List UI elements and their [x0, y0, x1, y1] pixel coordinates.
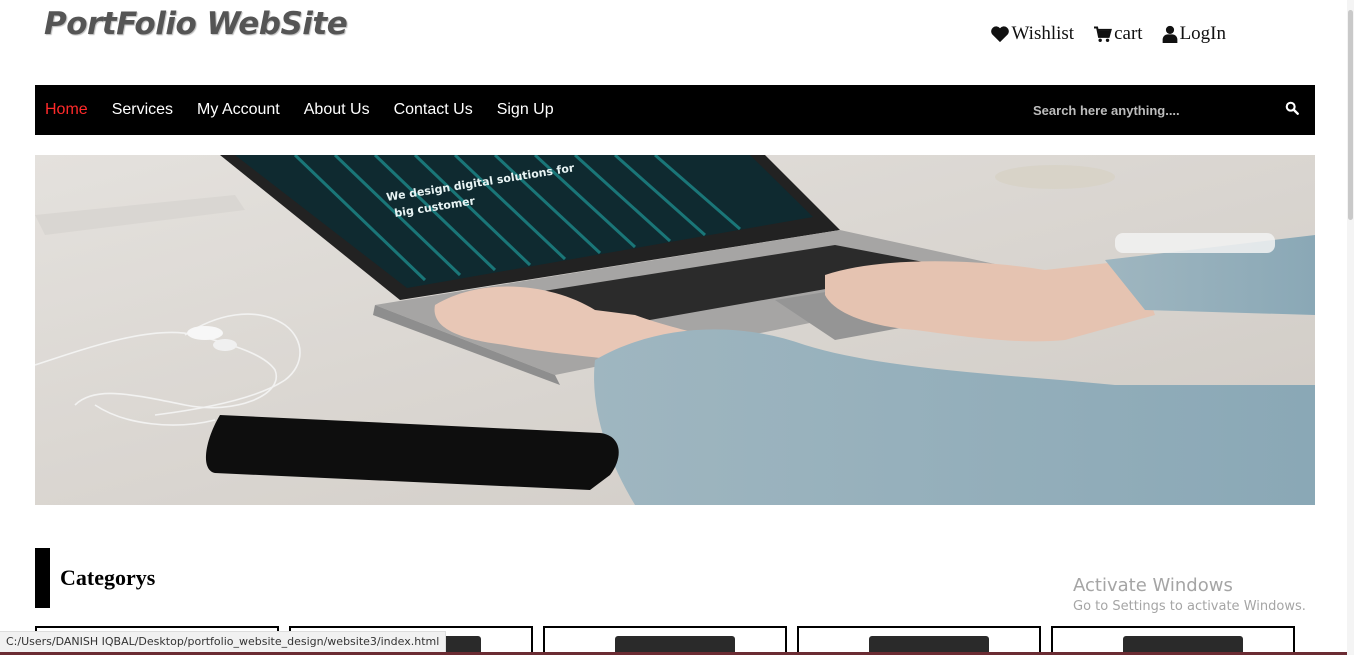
login-link[interactable]: LogIn: [1162, 23, 1226, 45]
nav-item-sign-up[interactable]: Sign Up: [497, 101, 554, 119]
login-label: LogIn: [1179, 23, 1226, 44]
search-box: [1033, 85, 1299, 135]
nav-item-contact-us[interactable]: Contact Us: [394, 101, 473, 119]
cart-label: cart: [1114, 23, 1143, 44]
hero-banner: We design digital solutions for big cust…: [35, 155, 1315, 505]
page-scrollbar[interactable]: [1347, 0, 1354, 655]
wishlist-link[interactable]: Wishlist: [990, 23, 1075, 45]
category-card[interactable]: [1051, 626, 1295, 655]
search-icon: [1285, 101, 1299, 120]
heading-accent-bar: [35, 548, 50, 608]
browser-status-bar: C:/Users/DANISH IQBAL/Desktop/portfolio_…: [0, 631, 447, 653]
nav-item-my-account[interactable]: My Account: [197, 101, 280, 119]
category-card[interactable]: [797, 626, 1041, 655]
site-logo[interactable]: PortFolio WebSite: [44, 6, 348, 42]
heart-icon: [990, 25, 1010, 43]
search-input[interactable]: [1033, 95, 1273, 125]
nav-menu: Home Services My Account About Us Contac…: [45, 101, 554, 119]
categories-heading: Categorys: [35, 548, 155, 608]
category-card[interactable]: [543, 626, 787, 655]
activate-windows-watermark: Activate Windows Go to Settings to activ…: [1073, 575, 1306, 614]
nav-item-services[interactable]: Services: [112, 101, 173, 119]
watermark-subtitle: Go to Settings to activate Windows.: [1073, 599, 1306, 614]
hero-image: We design digital solutions for big cust…: [35, 155, 1315, 505]
nav-item-about-us[interactable]: About Us: [304, 101, 370, 119]
cart-icon: [1093, 26, 1113, 43]
scrollbar-thumb[interactable]: [1348, 10, 1353, 220]
search-button[interactable]: [1285, 101, 1299, 120]
user-icon: [1162, 25, 1178, 43]
top-links: Wishlist cart LogIn: [990, 23, 1226, 45]
main-navbar: Home Services My Account About Us Contac…: [35, 85, 1315, 135]
watermark-title: Activate Windows: [1073, 575, 1233, 596]
nav-item-home[interactable]: Home: [45, 101, 88, 119]
wishlist-label: Wishlist: [1011, 23, 1075, 44]
categories-title: Categorys: [60, 565, 156, 590]
cart-link[interactable]: cart: [1093, 23, 1143, 45]
